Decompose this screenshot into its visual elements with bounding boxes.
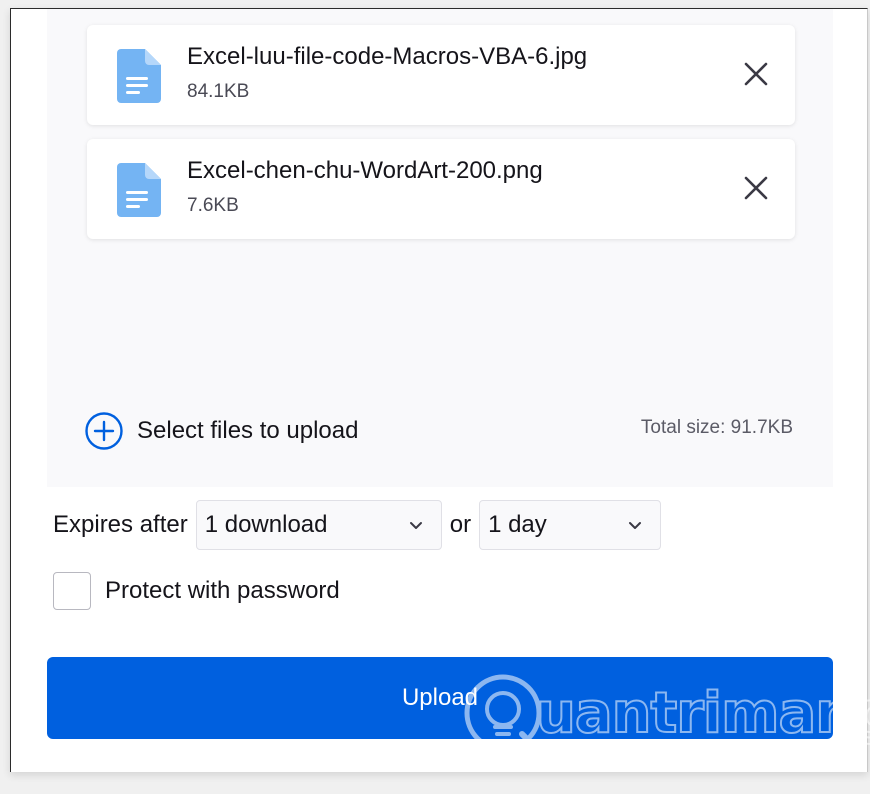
password-label[interactable]: Protect with password xyxy=(105,577,340,605)
document-icon xyxy=(117,49,161,103)
remove-file-button[interactable] xyxy=(743,61,769,87)
chevron-down-icon xyxy=(629,521,642,529)
document-icon xyxy=(117,163,161,217)
expires-label: Expires after xyxy=(53,511,188,538)
expiry-options: Expires after 1 download or 1 day xyxy=(53,499,662,551)
or-label: or xyxy=(449,511,472,538)
upload-button[interactable]: Upload xyxy=(47,657,833,739)
chevron-down-icon xyxy=(409,521,422,529)
file-size: 84.1KB xyxy=(187,81,250,102)
file-item: Excel-chen-chu-WordArt-200.png 7.6KB xyxy=(87,139,795,239)
add-circle-icon xyxy=(85,412,123,450)
send-panel: Excel-luu-file-code-Macros-VBA-6.jpg 84.… xyxy=(10,8,868,772)
file-drop-area[interactable]: Excel-luu-file-code-Macros-VBA-6.jpg 84.… xyxy=(47,9,833,487)
download-count-value: 1 download xyxy=(204,511,328,538)
file-name: Excel-chen-chu-WordArt-200.png xyxy=(187,157,543,184)
total-size-text: Total size: 91.7KB xyxy=(640,417,793,438)
select-files-label: Select files to upload xyxy=(137,417,359,444)
select-files-button[interactable]: Select files to upload xyxy=(85,411,358,451)
remove-file-button[interactable] xyxy=(743,175,769,201)
file-name: Excel-luu-file-code-Macros-VBA-6.jpg xyxy=(187,43,588,70)
password-checkbox[interactable] xyxy=(53,572,91,610)
upload-button-label: Upload xyxy=(401,684,479,711)
file-size: 7.6KB xyxy=(187,195,239,216)
expiry-time-select[interactable]: 1 day xyxy=(479,500,662,550)
file-item: Excel-luu-file-code-Macros-VBA-6.jpg 84.… xyxy=(87,25,795,125)
expiry-time-value: 1 day xyxy=(488,511,547,538)
download-count-select[interactable]: 1 download xyxy=(195,500,442,550)
password-option: Protect with password xyxy=(53,571,340,611)
